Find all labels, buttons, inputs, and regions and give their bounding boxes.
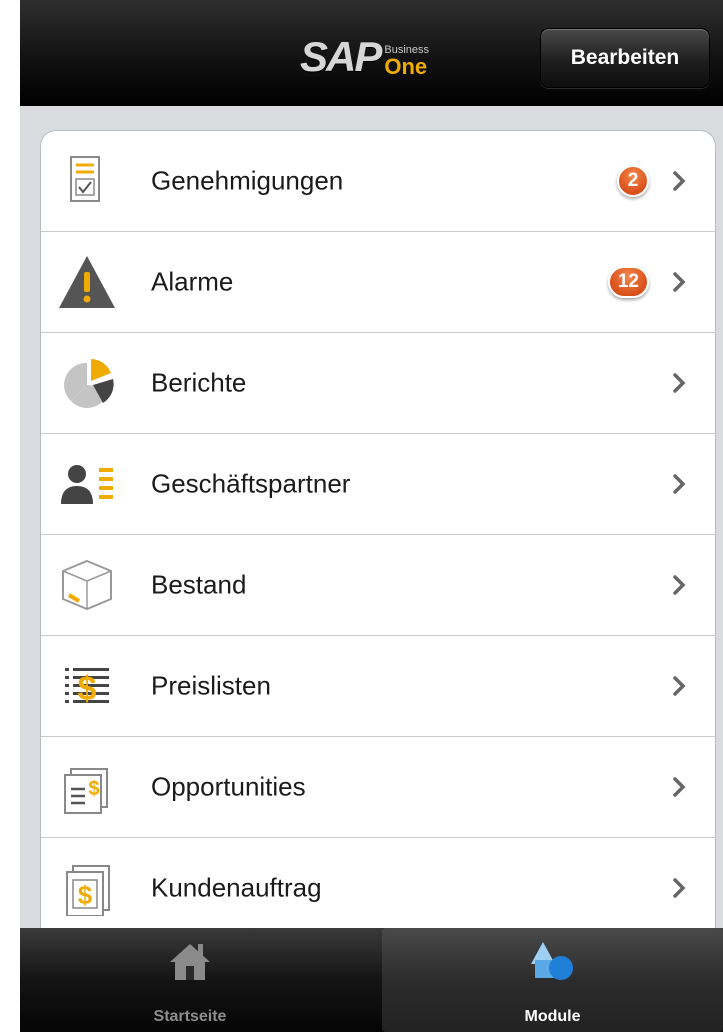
list-item-berichte[interactable]: Berichte <box>41 333 715 434</box>
tab-startseite[interactable]: Startseite <box>20 928 360 1032</box>
list-item-preislisten[interactable]: $ Preislisten <box>41 636 715 737</box>
list-item-genehmigungen[interactable]: Genehmigungen 2 <box>41 131 715 232</box>
logo-sap-text: SAP <box>300 33 382 80</box>
list-item-alarme[interactable]: Alarme 12 <box>41 232 715 333</box>
left-edge <box>0 0 20 1032</box>
chevron-right-icon <box>673 474 686 494</box>
tab-label: Module <box>524 1008 581 1025</box>
approval-icon <box>70 156 100 202</box>
list-item-geschaeftspartner[interactable]: Geschäftspartner <box>41 434 715 535</box>
inventory-box-icon <box>62 559 112 611</box>
navigation-bar: SAP Business One Bearbeiten <box>0 0 723 106</box>
sales-order-icon: $ <box>66 865 110 916</box>
modules-icon <box>530 942 573 980</box>
sap-business-one-logo: SAP Business One <box>300 30 429 78</box>
list-item-label: Genehmigungen <box>151 165 344 196</box>
list-item-label: Kundenauftrag <box>151 872 322 903</box>
list-item-label: Alarme <box>151 266 234 297</box>
pie-chart-icon <box>64 359 114 408</box>
home-icon <box>170 944 210 980</box>
tab-bar: Startseite Module <box>0 928 723 1032</box>
chevron-right-icon <box>673 878 686 898</box>
list-item-label: Geschäftspartner <box>151 468 351 499</box>
list-item-label: Bestand <box>151 569 247 600</box>
business-partner-icon <box>61 465 113 504</box>
chevron-right-icon <box>673 272 686 292</box>
chevron-right-icon <box>673 575 686 595</box>
price-list-icon: $ <box>65 668 109 708</box>
list-item-kundenauftrag[interactable]: $ Kundenauftrag <box>41 838 715 931</box>
chevron-right-icon <box>673 777 686 797</box>
svg-text:$: $ <box>78 670 97 708</box>
list-item-label: Berichte <box>151 367 247 398</box>
chevron-right-icon <box>673 676 686 696</box>
chevron-right-icon <box>673 171 686 191</box>
tab-module[interactable]: Module <box>382 928 723 1032</box>
list-item-opportunities[interactable]: $ Opportunities <box>41 737 715 838</box>
svg-text:$: $ <box>78 880 93 910</box>
notification-badge: 2 <box>617 165 649 197</box>
warning-icon <box>59 256 115 308</box>
logo-one-text: One <box>384 54 428 79</box>
notification-badge: 12 <box>607 266 649 298</box>
opportunities-icon: $ <box>64 768 108 814</box>
list-item-label: Opportunities <box>151 771 306 802</box>
edit-button[interactable]: Bearbeiten <box>540 28 710 88</box>
module-list: Genehmigungen 2 Alarme 12 Berichte Gesch… <box>40 130 716 931</box>
svg-text:$: $ <box>88 778 99 800</box>
tab-label: Startseite <box>153 1008 227 1025</box>
list-item-label: Preislisten <box>151 670 271 701</box>
chevron-right-icon <box>673 373 686 393</box>
list-item-bestand[interactable]: Bestand <box>41 535 715 636</box>
